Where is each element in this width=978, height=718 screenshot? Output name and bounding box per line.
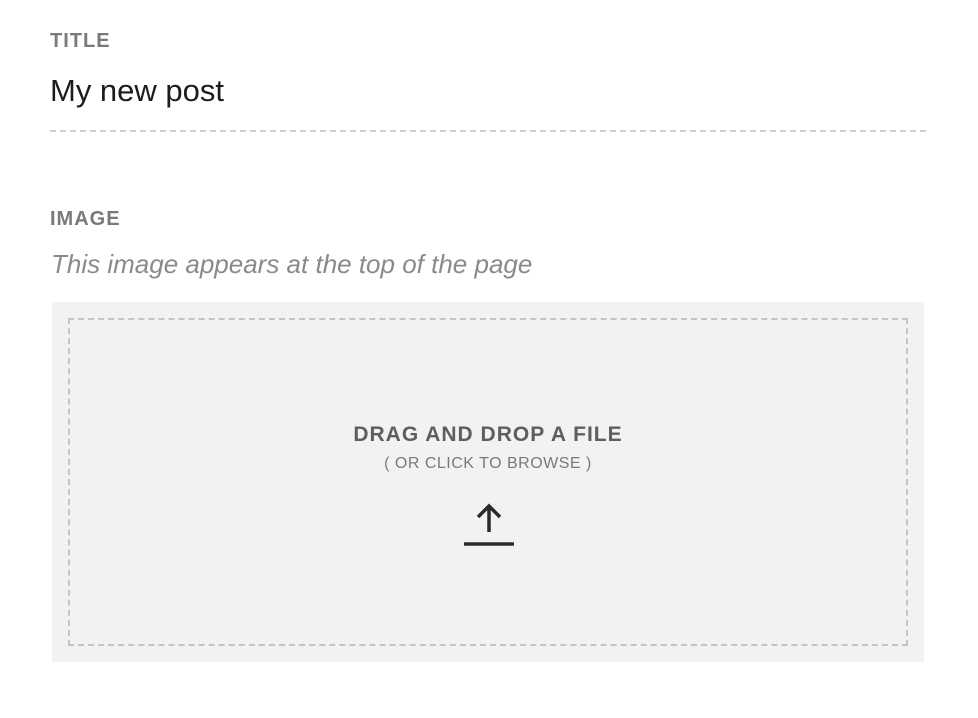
post-form: TITLE IMAGE This image appears at the to… xyxy=(0,0,978,718)
image-label: IMAGE xyxy=(50,208,121,230)
dropzone-subtitle: ( OR CLICK TO BROWSE ) xyxy=(384,455,592,472)
image-hint: This image appears at the top of the pag… xyxy=(51,249,533,279)
dropzone-title: DRAG AND DROP A FILE xyxy=(353,423,623,446)
image-dropzone[interactable]: DRAG AND DROP A FILE ( OR CLICK TO BROWS… xyxy=(52,302,924,662)
dropzone-border: DRAG AND DROP A FILE ( OR CLICK TO BROWS… xyxy=(68,318,908,646)
title-input[interactable] xyxy=(50,66,926,132)
upload-icon xyxy=(464,503,514,546)
title-label: TITLE xyxy=(50,30,111,52)
